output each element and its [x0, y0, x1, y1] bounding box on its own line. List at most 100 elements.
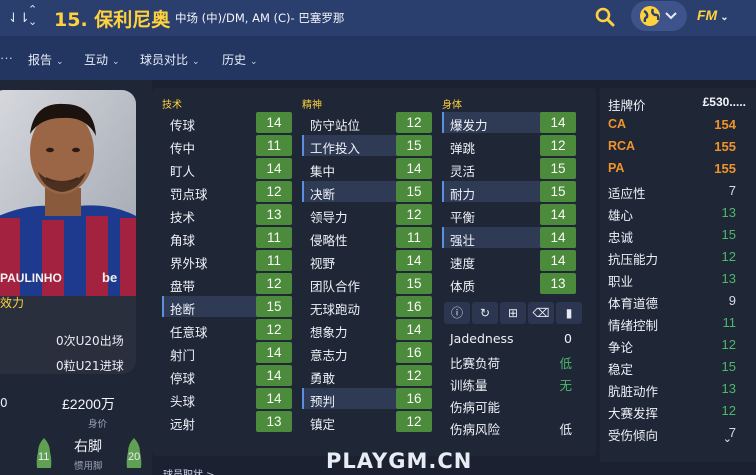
physical-attr-row[interactable]: 强壮 14 [442, 227, 576, 248]
personality-value: 13 [721, 381, 736, 396]
search-icon[interactable] [594, 6, 616, 28]
technical-attr-row[interactable]: 角球 11 [162, 227, 292, 248]
attr-value: 14 [540, 204, 576, 225]
attr-value: 14 [540, 112, 576, 133]
attr-label: 技术 [170, 210, 196, 225]
player-position-club: 中场 (中)/DM, AM (C)- 巴塞罗那 [175, 11, 345, 25]
row-highlight-accent [302, 388, 304, 409]
mental-attr-row[interactable]: 勇敢 12 [302, 365, 432, 386]
personality-value: 12 [721, 337, 736, 352]
right-foot-rating: 20 [128, 451, 141, 463]
attr-label: 弹跳 [450, 141, 476, 156]
physical-attr-row[interactable]: 速度 14 [442, 250, 576, 271]
technical-attr-row[interactable]: 抢断 15 [162, 296, 292, 317]
hidden-attr-value: 无 [559, 378, 572, 393]
subnav-item-interaction[interactable]: 互动 ⌄ [84, 51, 120, 68]
attr-label: 角球 [170, 233, 196, 248]
technical-attr-row[interactable]: 头球 14 [162, 388, 292, 409]
attr-value: 15 [256, 296, 292, 317]
chevron-down-icon: ⌄ [720, 12, 729, 23]
fm-brand-menu[interactable]: FM ⌄ [697, 7, 729, 23]
subnav-label: 历史 [222, 53, 247, 67]
technical-attr-row[interactable]: 罚点球 12 [162, 181, 292, 202]
subnav-item-compare[interactable]: 球员对比 ⌄ [140, 51, 200, 68]
bar-chart-icon[interactable]: ▮ [556, 302, 582, 324]
mental-attr-row[interactable]: 集中 14 [302, 158, 432, 179]
attr-label: 集中 [310, 164, 336, 179]
mental-attr-row[interactable]: 镇定 12 [302, 411, 432, 432]
technical-attr-row[interactable]: 远射 13 [162, 411, 292, 432]
add-icon[interactable]: ⊞ [500, 302, 526, 324]
history-icon[interactable]: ⇃⇂ [8, 10, 30, 26]
attr-label: 侵略性 [310, 233, 348, 248]
attr-value: 14 [256, 158, 292, 179]
bottom-link[interactable]: 球员职状 > [163, 466, 215, 475]
mental-attr-row[interactable]: 预判 16 [302, 388, 432, 409]
hidden-attr-row: 训练量 无 [450, 372, 578, 394]
info-icon[interactable]: ⓘ [444, 302, 470, 324]
eraser-icon[interactable]: ⌫ [528, 302, 554, 324]
mental-attr-row[interactable]: 领导力 12 [302, 204, 432, 225]
mental-attr-row[interactable]: 工作投入 15 [302, 135, 432, 156]
mental-attr-row[interactable]: 意志力 16 [302, 342, 432, 363]
technical-attr-row[interactable]: 盘带 12 [162, 273, 292, 294]
personality-label: PA [608, 161, 625, 175]
physical-attr-row[interactable]: 体质 13 [442, 273, 576, 294]
refresh-icon[interactable]: ↻ [472, 302, 498, 324]
hidden-attr-label: 比赛负荷 [450, 356, 501, 371]
technical-attr-row[interactable]: 任意球 12 [162, 319, 292, 340]
hidden-attr-row: Jadedness 0 [450, 328, 578, 350]
globe-menu-button[interactable] [631, 1, 687, 31]
personality-row: 争论 12 [600, 334, 750, 356]
mental-attr-row[interactable]: 决断 15 [302, 181, 432, 202]
technical-attr-row[interactable]: 盯人 14 [162, 158, 292, 179]
technical-attr-row[interactable]: 停球 14 [162, 365, 292, 386]
chevron-down-icon[interactable]: ⌄ [723, 432, 732, 445]
attr-value: 16 [396, 388, 432, 409]
subnav-item-history[interactable]: 历史 ⌄ [222, 51, 258, 68]
more-dots-icon[interactable]: ··· [0, 50, 13, 65]
mental-attr-row[interactable]: 无球跑动 16 [302, 296, 432, 317]
personality-row: RCA 155 [600, 136, 750, 158]
attr-value: 16 [396, 296, 432, 317]
mental-attr-row[interactable]: 团队合作 15 [302, 273, 432, 294]
personality-row: 体育道德 9 [600, 290, 750, 312]
u21-goals: 0粒U21进球 [56, 359, 124, 373]
hidden-attr-label: 伤病风险 [450, 422, 501, 437]
nav-arrows[interactable]: ⇃⇂ ⌃ ⌄ [6, 4, 46, 32]
physical-attr-row[interactable]: 爆发力 14 [442, 112, 576, 133]
attr-value: 11 [256, 227, 292, 248]
physical-attr-row[interactable]: 弹跳 12 [442, 135, 576, 156]
mental-attr-row[interactable]: 想象力 14 [302, 319, 432, 340]
personality-label: RCA [608, 139, 636, 153]
role-text: 效力 [0, 296, 25, 310]
attr-value: 12 [256, 273, 292, 294]
attr-value: 16 [396, 342, 432, 363]
attr-value: 13 [540, 273, 576, 294]
technical-attr-row[interactable]: 界外球 11 [162, 250, 292, 271]
mental-attr-row[interactable]: 防守站位 12 [302, 112, 432, 133]
technical-attr-row[interactable]: 技术 13 [162, 204, 292, 225]
personality-row: 抗压能力 12 [600, 246, 750, 268]
technical-attr-row[interactable]: 传球 14 [162, 112, 292, 133]
watermark: PLAYGM.CN [326, 449, 473, 473]
preferred-foot: 右脚 [74, 439, 102, 455]
physical-attr-row[interactable]: 灵活 15 [442, 158, 576, 179]
sponsor-logo-mark: be [102, 270, 117, 285]
attr-value: 11 [256, 135, 292, 156]
attr-label: 传中 [170, 141, 196, 156]
personality-label: 抗压能力 [608, 252, 659, 267]
technical-attr-row[interactable]: 传中 11 [162, 135, 292, 156]
physical-attr-row[interactable]: 平衡 14 [442, 204, 576, 225]
personality-row: 适应性 7 [600, 180, 750, 202]
mental-attr-row[interactable]: 视野 14 [302, 250, 432, 271]
physical-heading: 身体 [442, 100, 462, 111]
attr-value: 14 [396, 158, 432, 179]
technical-attr-row[interactable]: 射门 14 [162, 342, 292, 363]
prev-next-chevrons[interactable]: ⌃ ⌄ [28, 4, 37, 28]
physical-attr-row[interactable]: 耐力 15 [442, 181, 576, 202]
mental-attr-row[interactable]: 侵略性 11 [302, 227, 432, 248]
personality-row: 大赛发挥 12 [600, 400, 750, 422]
subnav-item-report[interactable]: 报告 ⌄ [28, 51, 64, 68]
personality-value: 15 [721, 227, 736, 242]
